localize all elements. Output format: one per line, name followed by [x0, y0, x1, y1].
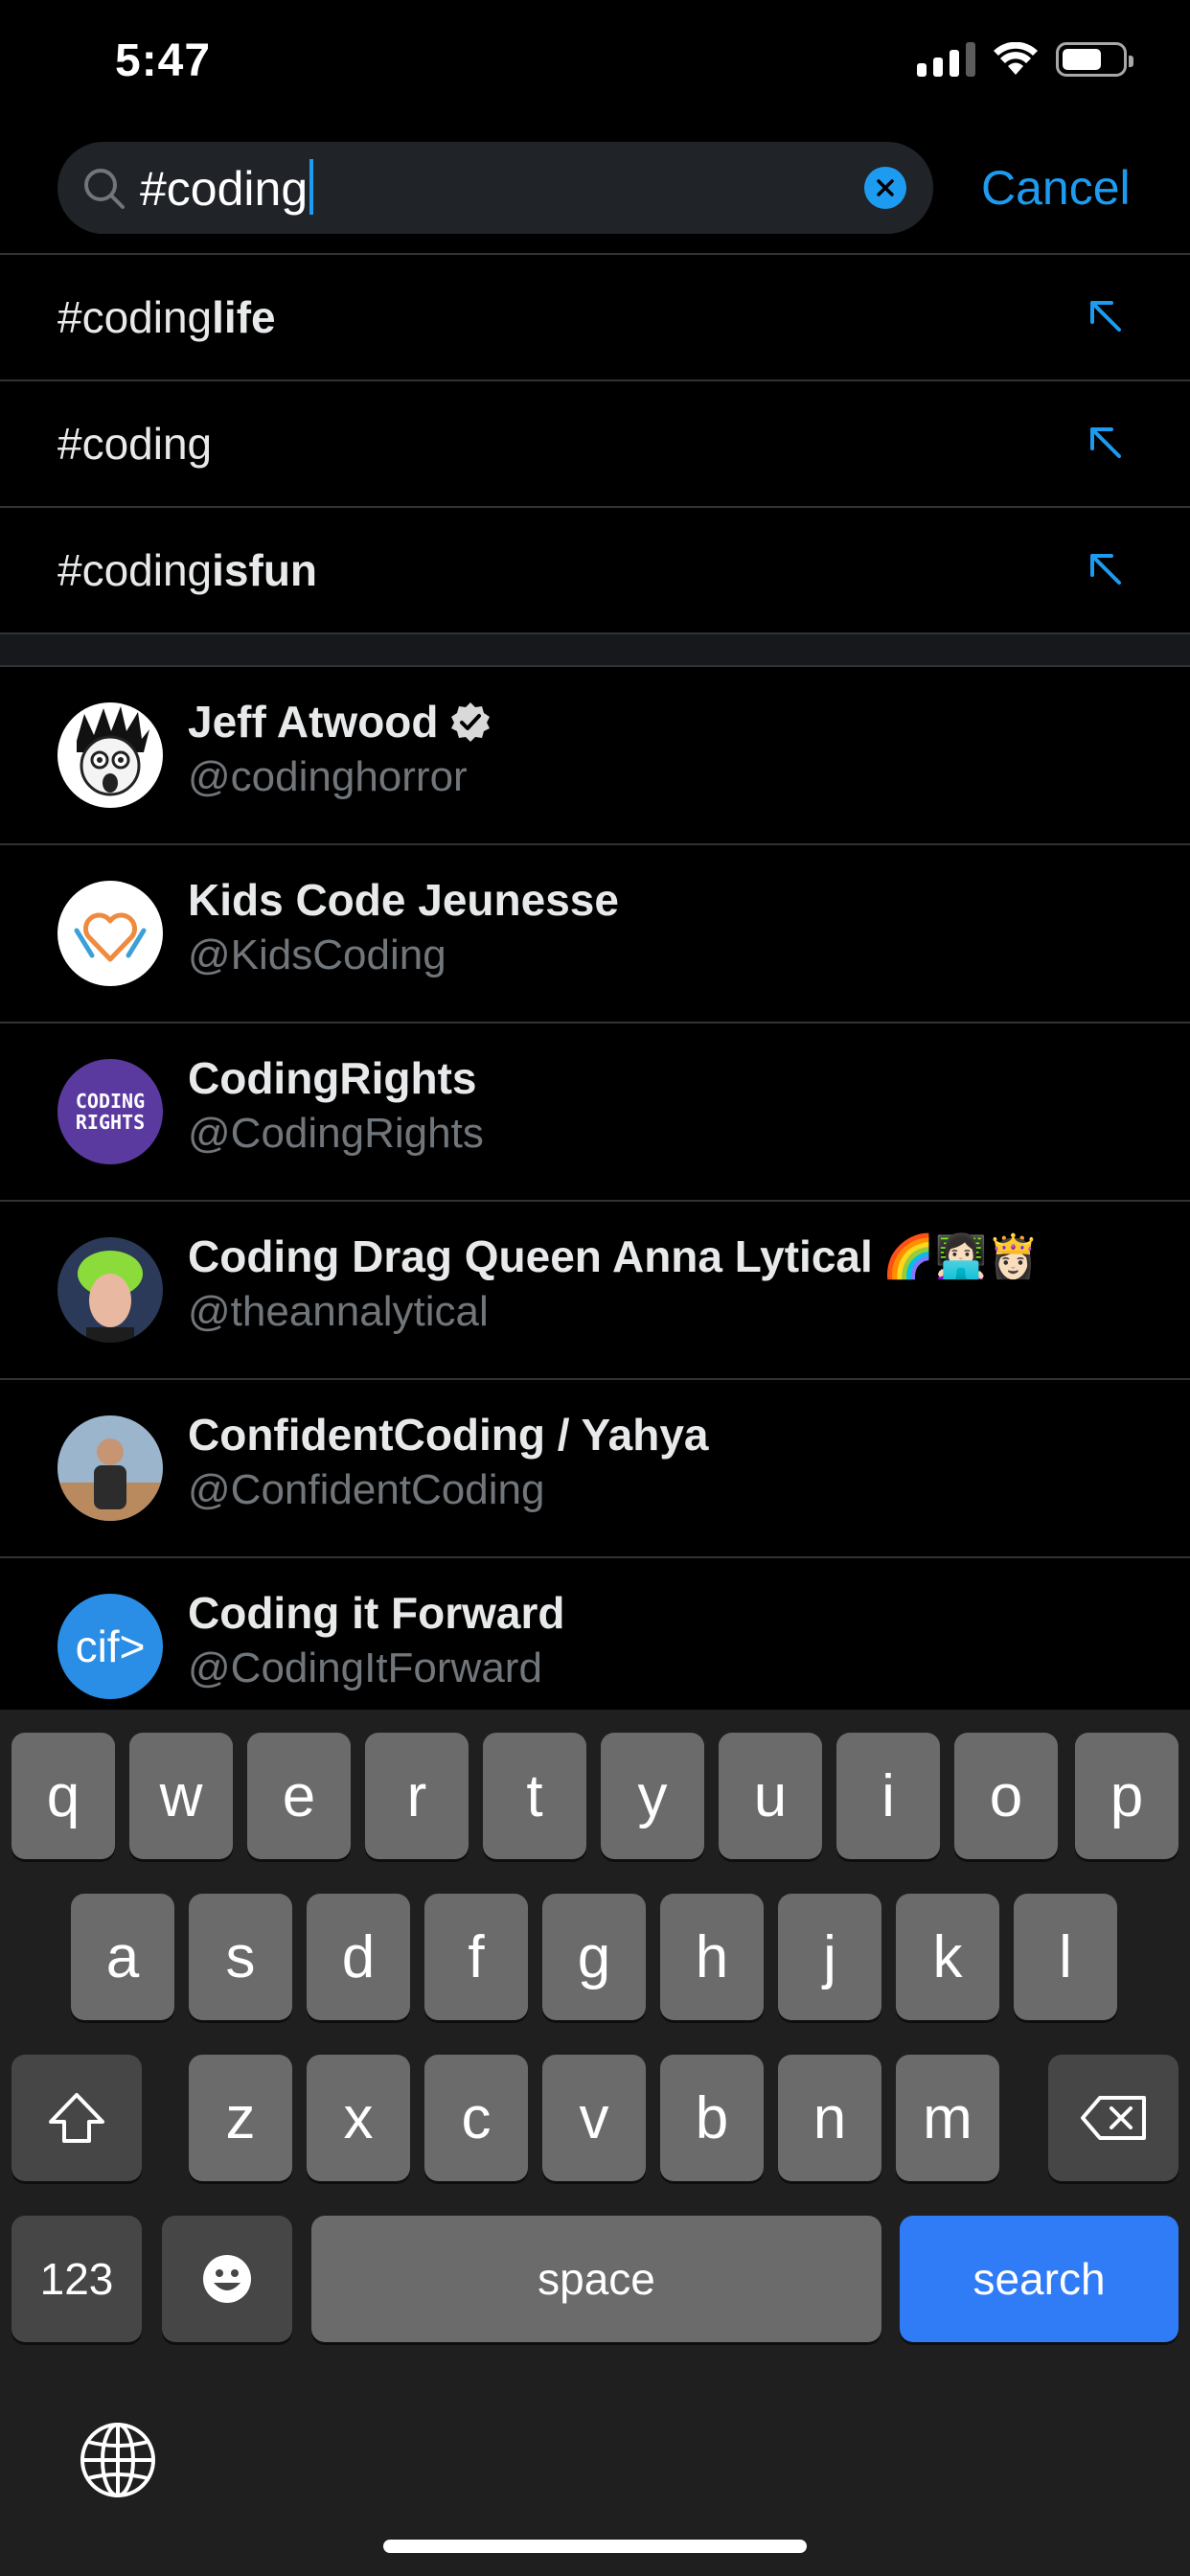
user-handle: @theannalytical	[188, 1288, 489, 1335]
space-key[interactable]: space	[311, 2216, 881, 2342]
suggestion-suffix: life	[212, 292, 276, 342]
user-handle: @CodingRights	[188, 1110, 484, 1157]
key-e[interactable]: e	[247, 1733, 351, 1859]
search-bar-row: #coding Cancel	[0, 142, 1190, 255]
fill-query-arrow-icon[interactable]	[1085, 548, 1127, 590]
search-key[interactable]: search	[900, 2216, 1179, 2342]
globe-icon[interactable]	[79, 2421, 157, 2499]
user-display-name: CodingRights	[188, 1053, 477, 1103]
key-r[interactable]: r	[365, 1733, 469, 1859]
avatar-logo-text: CODING	[75, 1090, 146, 1113]
key-b[interactable]: b	[660, 2055, 764, 2181]
suggestion-item[interactable]: #coding	[0, 380, 1190, 506]
key-x[interactable]: x	[307, 2055, 410, 2181]
avatar	[57, 1237, 163, 1343]
verified-badge-icon	[450, 702, 490, 742]
clear-x-icon	[877, 179, 894, 196]
key-d[interactable]: d	[307, 1894, 410, 2020]
key-h[interactable]: h	[660, 1894, 764, 2020]
suggestion-prefix: #coding	[57, 292, 213, 342]
suggestion-item[interactable]: #codinglife	[0, 253, 1190, 380]
user-handle: @codinghorror	[188, 753, 468, 800]
user-display-name: Jeff Atwood	[188, 697, 439, 747]
suggestion-suffix: isfun	[212, 545, 318, 595]
numbers-key[interactable]: 123	[11, 2216, 142, 2342]
fill-query-arrow-icon[interactable]	[1085, 422, 1127, 464]
user-display-name: Coding it Forward	[188, 1588, 565, 1638]
cellular-signal-icon	[917, 42, 975, 77]
suggestion-prefix: #coding	[57, 545, 213, 595]
suggestion-item[interactable]: #codingisfun	[0, 506, 1190, 632]
home-indicator[interactable]	[383, 2540, 807, 2553]
avatar	[57, 881, 163, 986]
wifi-icon	[994, 42, 1038, 75]
avatar	[57, 702, 163, 808]
shift-arrow-icon	[49, 2093, 104, 2143]
user-display-name: ConfidentCoding / Yahya	[188, 1410, 709, 1460]
key-y[interactable]: y	[601, 1733, 704, 1859]
key-j[interactable]: j	[778, 1894, 881, 2020]
user-result-row[interactable]: Kids Code Jeunesse @KidsCoding	[0, 845, 1190, 1024]
status-time: 5:47	[115, 35, 212, 86]
key-n[interactable]: n	[778, 2055, 881, 2181]
key-t[interactable]: t	[483, 1733, 586, 1859]
text-cursor	[309, 159, 314, 215]
on-screen-keyboard: q w e r t y u i o p a s d f g h j k l z …	[0, 1710, 1190, 2576]
backspace-icon	[1081, 2096, 1146, 2140]
key-o[interactable]: o	[954, 1733, 1058, 1859]
name-emoji: 🌈👩🏻‍💻👸🏻	[881, 1233, 1041, 1280]
avatar: cif>	[57, 1594, 163, 1699]
user-result-row[interactable]: Coding Drag Queen Anna Lytical 🌈👩🏻‍💻👸🏻 @…	[0, 1202, 1190, 1380]
key-k[interactable]: k	[896, 1894, 999, 2020]
key-v[interactable]: v	[542, 2055, 646, 2181]
shift-key[interactable]	[11, 2055, 142, 2181]
user-display-name: Kids Code Jeunesse	[188, 875, 619, 925]
clear-search-button[interactable]	[864, 167, 906, 209]
key-c[interactable]: c	[424, 2055, 528, 2181]
emoji-key[interactable]	[162, 2216, 292, 2342]
cancel-button[interactable]: Cancel	[981, 159, 1131, 217]
user-handle: @KidsCoding	[188, 932, 446, 978]
user-result-row[interactable]: ConfidentCoding / Yahya @ConfidentCoding	[0, 1380, 1190, 1558]
avatar	[57, 1415, 163, 1521]
key-z[interactable]: z	[189, 2055, 292, 2181]
battery-icon	[1056, 42, 1133, 77]
fill-query-arrow-icon[interactable]	[1085, 295, 1127, 337]
hashtag-suggestions: #codinglife #coding #codingisfun	[0, 253, 1190, 667]
user-handle: @ConfidentCoding	[188, 1466, 545, 1513]
key-s[interactable]: s	[189, 1894, 292, 2020]
avatar-logo-text: cif>	[75, 1622, 146, 1671]
key-f[interactable]: f	[424, 1894, 528, 2020]
key-m[interactable]: m	[896, 2055, 999, 2181]
key-u[interactable]: u	[719, 1733, 822, 1859]
backspace-key[interactable]	[1048, 2055, 1179, 2181]
emoji-icon	[203, 2255, 251, 2303]
key-i[interactable]: i	[836, 1733, 940, 1859]
user-handle: @CodingItForward	[188, 1644, 542, 1691]
suggestion-prefix: #coding	[57, 419, 213, 469]
search-icon	[84, 169, 125, 209]
search-screen: 5:47 #coding Cancel #codinglife #coding …	[0, 0, 1190, 2576]
search-field[interactable]: #coding	[57, 142, 933, 234]
user-result-row[interactable]: Jeff Atwood @codinghorror	[0, 667, 1190, 845]
key-a[interactable]: a	[71, 1894, 174, 2020]
avatar: CODING RIGHTS	[57, 1059, 163, 1164]
key-p[interactable]: p	[1075, 1733, 1179, 1859]
key-q[interactable]: q	[11, 1733, 115, 1859]
key-g[interactable]: g	[542, 1894, 646, 2020]
status-icons	[917, 42, 1133, 77]
user-results: Jeff Atwood @codinghorror Kids Code Jeun…	[0, 667, 1190, 1736]
key-l[interactable]: l	[1014, 1894, 1117, 2020]
status-bar: 5:47	[0, 0, 1190, 134]
user-result-row[interactable]: CODING RIGHTS CodingRights @CodingRights	[0, 1024, 1190, 1202]
key-w[interactable]: w	[129, 1733, 233, 1859]
avatar-logo-text: RIGHTS	[75, 1111, 146, 1134]
section-divider	[0, 632, 1190, 667]
search-input[interactable]: #coding	[140, 159, 314, 218]
user-display-name: Coding Drag Queen Anna Lytical	[188, 1231, 873, 1281]
